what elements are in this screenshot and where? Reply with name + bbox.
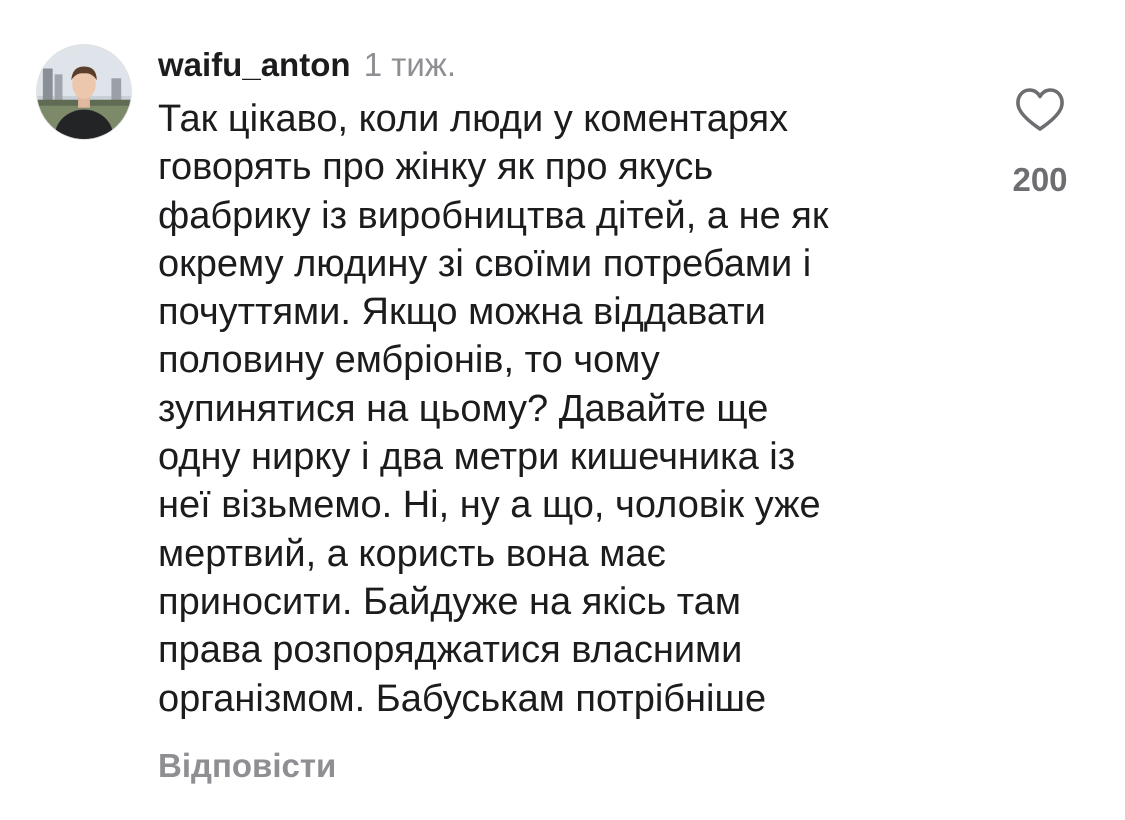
comment-line: права розпоряджатися власними: [158, 629, 743, 672]
comment-line: Так цікаво, коли люди у коментарях: [158, 98, 789, 140]
comment-line: приносити. Байдуже на якісь там: [158, 580, 741, 623]
comment-line: організмом. Бабуськам потрібніше: [158, 677, 767, 720]
comment-line: почуттями. Якщо можна віддавати: [158, 291, 766, 334]
comment-line: говорять про жінку як про якусь: [158, 146, 714, 189]
avatar-photo: [37, 45, 131, 139]
avatar[interactable]: [36, 44, 132, 140]
comment-line: одну нирку і два метри кишечника із: [158, 436, 796, 479]
reply-button[interactable]: Відповісти: [158, 744, 336, 788]
comment-text: Так цікаво, коли люди у коментарях говор…: [158, 95, 958, 723]
comment-line: мертвий, а користь вона має: [158, 532, 666, 575]
comment: waifu_anton 1 тиж. Так цікаво, коли люди…: [158, 40, 958, 723]
comment-line: неї візьмемо. Ні, ну а що, чоловік уже: [158, 484, 821, 527]
comment-line: окрему людину зі своїми потребами і: [158, 242, 812, 285]
timestamp: 1 тиж.: [363, 46, 457, 83]
comment-line: зупинятися на цьому? Давайте ще: [158, 387, 769, 430]
heart-outline-icon[interactable]: [1015, 86, 1065, 132]
username-link[interactable]: waifu_anton: [158, 46, 351, 83]
comment-line: половину ембріонів, то чому: [158, 339, 660, 382]
like-count: 200: [1012, 161, 1068, 198]
like-section: 200: [1000, 86, 1080, 200]
comment-line: фабрику із виробництва дітей, а не як: [158, 194, 829, 237]
comment-header: waifu_anton 1 тиж.: [158, 40, 958, 90]
